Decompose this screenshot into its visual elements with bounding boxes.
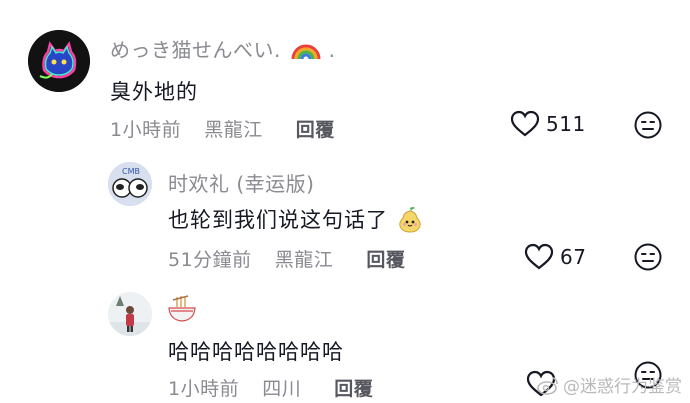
comment-time: 1小時前 [110, 119, 182, 141]
like-button[interactable]: 67 [524, 243, 586, 271]
comment-text: 臭外地的 [110, 80, 198, 104]
weibo-logo-icon [537, 376, 558, 395]
username-suffix: . [328, 38, 336, 62]
reply-button[interactable]: 回覆 [366, 249, 405, 271]
reply-button[interactable]: 回覆 [334, 378, 373, 400]
comment-meta: 1小時前 黑龍江 回覆 [110, 115, 335, 142]
like-count: 67 [560, 245, 587, 269]
reply-item: CMB 时欢礼 (幸运版) 也轮到我们说这句话了 51分鐘前 黑龍江 回覆 67 [0, 150, 690, 280]
avatar[interactable] [28, 30, 90, 92]
heart-icon [510, 110, 540, 137]
noodle-bowl-icon [166, 294, 198, 328]
comment-item: めっき猫せんべい. . 臭外地的 1小時前 黑龍江 回覆 511 [0, 0, 690, 150]
dislike-face-icon[interactable] [633, 242, 663, 276]
comment-location: 黑龍江 [204, 119, 263, 141]
comment-username[interactable]: めっき猫せんべい. . [110, 34, 335, 66]
pear-emoji-icon [396, 205, 424, 238]
comment-location: 四川 [262, 378, 302, 400]
comment-text: 也轮到我们说这句话了 [168, 204, 424, 238]
rainbow-icon [290, 35, 322, 66]
comment-text-body: 也轮到我们说这句话了 [168, 208, 388, 232]
watermark: @迷惑行为鉴赏 [536, 372, 682, 397]
svg-text:CMB: CMB [122, 167, 140, 176]
reply-button[interactable]: 回覆 [296, 119, 335, 141]
comment-text: 哈哈哈哈哈哈哈哈 [168, 340, 344, 364]
comment-time: 1小時前 [168, 378, 240, 400]
watermark-text: @迷惑行为鉴赏 [563, 377, 682, 397]
comment-location: 黑龍江 [274, 249, 334, 271]
username-text: めっき猫せんべい. [110, 38, 281, 62]
comment-time: 51分鐘前 [168, 249, 252, 271]
comment-username[interactable]: 时欢礼 (幸运版) [168, 168, 314, 197]
heart-icon [524, 243, 554, 270]
like-button[interactable]: 511 [510, 110, 586, 138]
comment-meta: 1小時前 四川 回覆 [168, 374, 373, 401]
avatar[interactable]: CMB [108, 162, 152, 206]
avatar[interactable] [108, 292, 152, 336]
like-count: 511 [546, 112, 586, 136]
comment-meta: 51分鐘前 黑龍江 回覆 [168, 245, 405, 272]
dislike-face-icon[interactable] [633, 110, 663, 144]
